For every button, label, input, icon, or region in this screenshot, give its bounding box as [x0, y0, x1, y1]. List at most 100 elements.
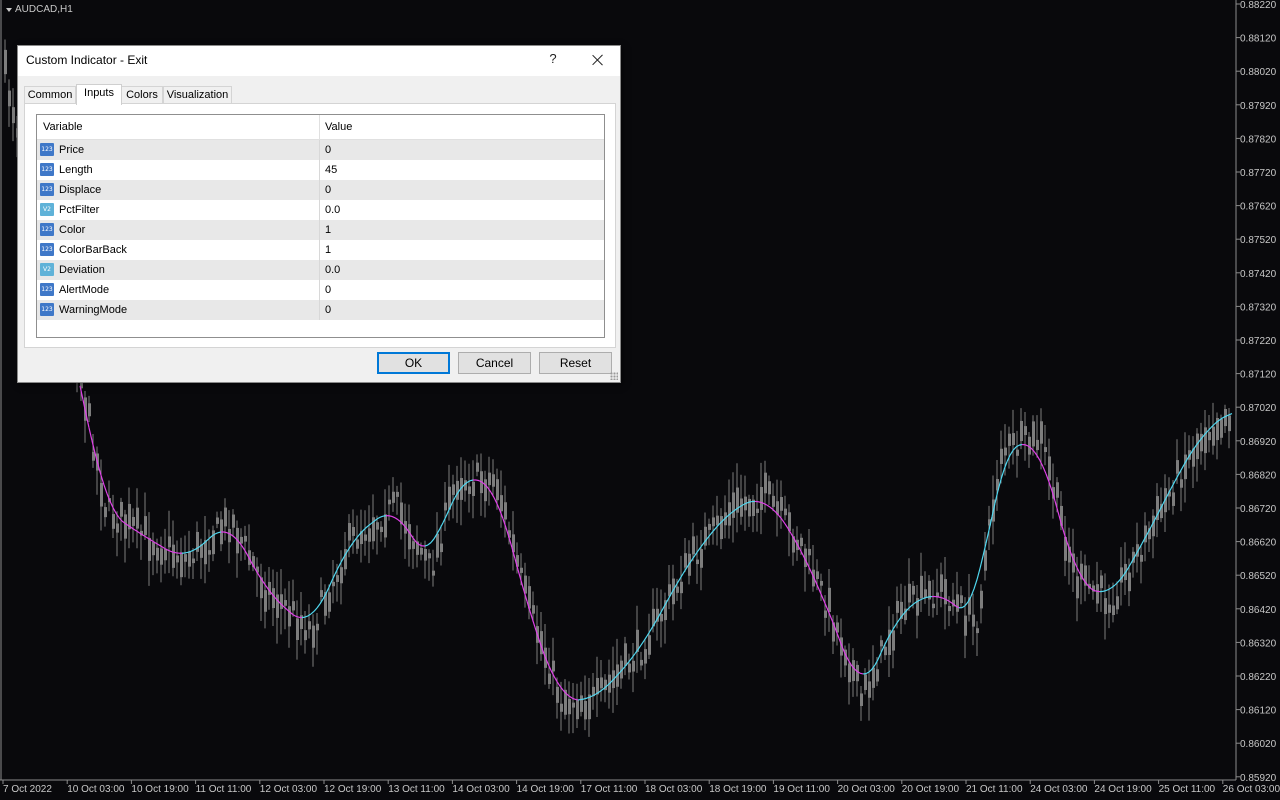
indicator-segment: [142, 534, 147, 538]
candle-body: [548, 673, 551, 684]
price-tick-label: 0.87220: [1240, 336, 1277, 347]
candle-body: [1120, 567, 1123, 583]
input-name: Color: [59, 224, 86, 236]
column-divider[interactable]: [319, 115, 320, 139]
symbol-label[interactable]: AUDCAD,H1: [6, 4, 73, 15]
candle-body: [452, 484, 455, 495]
time-tick-label: 13 Oct 11:00: [388, 784, 445, 795]
indicator-segment: [88, 427, 93, 441]
input-value[interactable]: 45: [325, 160, 337, 180]
indicator-segment: [316, 603, 321, 609]
tab-colors[interactable]: Colors: [121, 86, 163, 104]
candle-body: [932, 603, 935, 609]
candle-body: [312, 625, 315, 648]
input-row-alertmode[interactable]: 123 AlertMode 0: [37, 280, 604, 301]
column-header-variable[interactable]: Variable: [43, 115, 83, 139]
candle-body: [1044, 447, 1047, 453]
indicator-segment: [430, 538, 435, 543]
input-row-pctfilter[interactable]: V2 PctFilter 0.0: [37, 200, 604, 221]
candle-body: [684, 553, 687, 568]
input-value[interactable]: 0: [325, 300, 331, 320]
indicator-segment: [418, 543, 423, 547]
candle-body: [552, 660, 555, 672]
tab-visualization[interactable]: Visualization: [163, 86, 232, 104]
dropdown-arrow-icon[interactable]: [6, 7, 12, 12]
input-name: WarningMode: [59, 304, 128, 316]
candle-body: [440, 543, 443, 553]
price-tick-label: 0.86020: [1240, 739, 1277, 750]
candle-body: [488, 472, 491, 486]
price-tick-label: 0.86620: [1240, 538, 1277, 549]
input-row-color[interactable]: 123 Color 1: [37, 220, 604, 241]
price-tick-label: 0.88220: [1240, 0, 1277, 11]
tab-inputs[interactable]: Inputs: [76, 84, 122, 105]
candle-body: [240, 536, 243, 544]
help-button[interactable]: ?: [546, 51, 560, 69]
cancel-button[interactable]: Cancel: [458, 352, 531, 374]
candle-body: [864, 674, 867, 691]
candle-body: [180, 552, 183, 578]
candle-body: [232, 514, 235, 528]
indicator-segment: [307, 613, 312, 617]
indicator-segment: [859, 672, 864, 675]
input-value[interactable]: 0: [325, 140, 331, 160]
indicator-segment: [475, 479, 480, 482]
candle-body: [368, 528, 371, 542]
reset-button[interactable]: Reset: [539, 352, 612, 374]
indicator-segment: [937, 596, 942, 599]
candle-body: [628, 663, 631, 673]
candle-body: [1204, 427, 1207, 454]
input-value[interactable]: 0.0: [325, 200, 340, 220]
input-row-length[interactable]: 123 Length 45: [37, 160, 604, 181]
indicator-segment: [520, 580, 525, 592]
ok-button[interactable]: OK: [377, 352, 450, 374]
candle-body: [1096, 584, 1099, 604]
candle-body: [1104, 598, 1107, 615]
resize-grip-icon[interactable]: [610, 372, 618, 380]
input-value[interactable]: 0.0: [325, 260, 340, 280]
input-value[interactable]: 0: [325, 280, 331, 300]
price-tick-label: 0.86520: [1240, 571, 1277, 582]
input-row-deviation[interactable]: V2 Deviation 0.0: [37, 260, 604, 281]
candle-body: [1100, 575, 1103, 589]
candle-body: [696, 559, 699, 565]
indicator-segment: [427, 542, 432, 546]
price-tick-label: 0.87420: [1240, 269, 1277, 280]
candle-body: [1036, 439, 1039, 451]
candle-body: [1152, 515, 1155, 537]
candle-body: [8, 90, 11, 107]
input-row-displace[interactable]: 123 Displace 0: [37, 180, 604, 201]
indicator-segment: [391, 515, 396, 519]
candle-body: [504, 502, 507, 520]
input-row-colorbarback[interactable]: 123 ColorBarBack 1: [37, 240, 604, 261]
candle-body: [892, 630, 895, 651]
candle-body: [948, 605, 951, 612]
candle-body: [472, 481, 475, 496]
candle-body: [120, 501, 123, 517]
indicator-segment: [394, 517, 399, 521]
candle-body: [428, 553, 431, 559]
candle-body: [896, 600, 899, 613]
time-tick-label: 14 Oct 19:00: [517, 784, 575, 795]
input-name: Length: [59, 164, 93, 176]
price-tick-label: 0.86420: [1240, 605, 1277, 616]
integer-type-icon: 123: [40, 223, 54, 236]
indicator-segment: [748, 500, 753, 503]
time-tick-label: 18 Oct 19:00: [709, 784, 767, 795]
column-header-value[interactable]: Value: [325, 115, 352, 139]
tab-common[interactable]: Common: [24, 86, 76, 104]
input-value[interactable]: 0: [325, 180, 331, 200]
indicator-segment: [1102, 589, 1107, 592]
indicator-segment: [583, 697, 588, 700]
input-row-warningmode[interactable]: 123 WarningMode 0: [37, 300, 604, 321]
candle-body: [492, 474, 495, 487]
input-value[interactable]: 1: [325, 220, 331, 240]
dialog-title-bar[interactable]: Custom Indicator - Exit ?: [18, 46, 620, 76]
input-name: AlertMode: [59, 284, 110, 296]
input-row-price[interactable]: 123 Price 0: [37, 140, 604, 161]
candle-body: [820, 580, 823, 586]
close-icon[interactable]: [587, 49, 609, 71]
input-value[interactable]: 1: [325, 240, 331, 260]
candle-body: [984, 550, 987, 571]
candle-body: [392, 491, 395, 503]
